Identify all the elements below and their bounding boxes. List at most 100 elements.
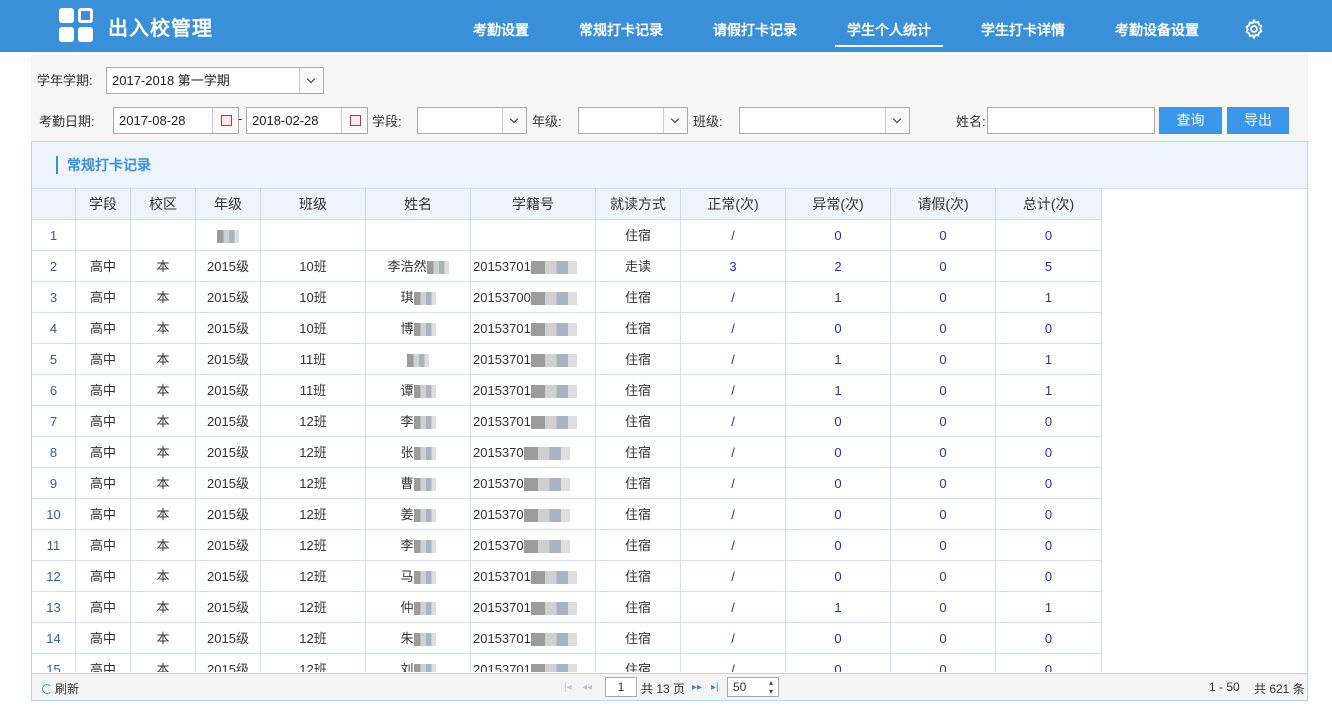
cell-mode: 住宿	[596, 406, 681, 437]
cell-normal: /	[681, 592, 786, 623]
cell-leave-text: 0	[939, 259, 947, 274]
col-student-id[interactable]: 学籍号	[471, 189, 596, 219]
cell-student-id-text: 20153701	[473, 414, 531, 429]
first-page-icon[interactable]: |◂	[564, 682, 572, 693]
table-row[interactable]: 4 高中 本 2015级 10班 博 20153701 住宿 / 0 0 0	[32, 313, 1102, 344]
cell-total: 0	[996, 623, 1102, 654]
table-row[interactable]: 10 高中 本 2015级 12班 姜 2015370 住宿 / 0 0 0	[32, 499, 1102, 530]
page-number-input[interactable]: 1	[605, 677, 637, 697]
cell-campus: 本	[131, 375, 196, 406]
nav-student-details[interactable]: 学生打卡详情	[981, 20, 1065, 40]
cell-normal: /	[681, 530, 786, 561]
nav-leave-records[interactable]: 请假打卡记录	[713, 20, 797, 40]
table-row[interactable]: 12 高中 本 2015级 12班 马 20153701 住宿 / 0 0 0	[32, 561, 1102, 592]
stage-select[interactable]	[417, 107, 527, 134]
last-page-icon[interactable]: ▸|	[711, 682, 719, 693]
col-normal[interactable]: 正常(次)	[681, 189, 786, 219]
table-row[interactable]: 2 高中 本 2015级 10班 李浩然 20153701 走读 3 2 0 5	[32, 251, 1102, 282]
cell-mode-text: 住宿	[624, 476, 651, 491]
redacted-mask	[523, 447, 570, 461]
cell-total: 1	[996, 344, 1102, 375]
table-row[interactable]: 5 高中 本 2015级 11班 20153701 住宿 / 1 0 1	[32, 344, 1102, 375]
app-header: 出入校管理 考勤设置 常规打卡记录 请假打卡记录 学生个人统计 学生打卡详情 考…	[0, 0, 1332, 52]
cell-grade-text: 2015级	[207, 662, 249, 672]
chevron-down-icon[interactable]	[502, 108, 526, 133]
row-index-text: 10	[46, 507, 61, 522]
table-row[interactable]: 11 高中 本 2015级 12班 李 2015370 住宿 / 0 0 0	[32, 530, 1102, 561]
cell-campus-text: 本	[156, 631, 170, 646]
query-button[interactable]: 查询	[1159, 107, 1222, 134]
col-stage[interactable]: 学段	[76, 189, 131, 219]
table-row[interactable]: 6 高中 本 2015级 11班 谭 20153701 住宿 / 1 0 1	[32, 375, 1102, 406]
col-mode[interactable]: 就读方式	[596, 189, 681, 219]
semester-select[interactable]: 2017-2018 第一学期	[106, 67, 324, 94]
page-size-select[interactable]: 50	[727, 677, 779, 697]
redacted-mask	[426, 261, 449, 275]
export-button[interactable]: 导出	[1227, 107, 1289, 134]
cell-grade: 2015级	[196, 592, 261, 623]
chevron-down-icon[interactable]	[885, 108, 909, 133]
cell-normal-text: /	[731, 600, 735, 615]
prev-page-icon[interactable]: ◂◂	[582, 682, 592, 693]
cell-leave: 0	[891, 251, 996, 282]
cell-leave-text: 0	[939, 414, 947, 429]
class-select[interactable]	[739, 107, 910, 134]
cell-leave: 0	[891, 282, 996, 313]
col-class[interactable]: 班级	[261, 189, 366, 219]
cell-stage-text: 高中	[89, 259, 116, 274]
cell-leave: 0	[891, 220, 996, 251]
col-total[interactable]: 总计(次)	[996, 189, 1102, 219]
table-row[interactable]: 14 高中 本 2015级 12班 朱 20153701 住宿 / 0 0 0	[32, 623, 1102, 654]
table-row[interactable]: 8 高中 本 2015级 12班 张 2015370 住宿 / 0 0 0	[32, 437, 1102, 468]
calendar-icon[interactable]	[341, 108, 367, 133]
name-input[interactable]	[987, 107, 1155, 134]
cell-total: 0	[996, 654, 1102, 672]
chevron-down-icon[interactable]	[663, 108, 687, 133]
col-abnormal[interactable]: 异常(次)	[786, 189, 891, 219]
gear-icon[interactable]	[1243, 18, 1265, 40]
col-campus[interactable]: 校区	[131, 189, 196, 219]
date-end-value: 2018-02-28	[252, 113, 319, 128]
range-text: 1 - 50	[1209, 680, 1240, 694]
nav-student-stats[interactable]: 学生个人统计	[835, 20, 943, 47]
row-index-text: 2	[49, 259, 58, 274]
cell-grade	[196, 220, 261, 251]
table-row[interactable]: 15 高中 本 2015级 12班 刘 20153701 住宿 / 0 0 0	[32, 654, 1102, 672]
next-page-icon[interactable]: ▸▸	[692, 682, 702, 693]
nav-device-settings[interactable]: 考勤设备设置	[1115, 20, 1199, 40]
redacted-mask	[530, 633, 577, 647]
table-row[interactable]: 3 高中 本 2015级 10班 琪 20153700 住宿 / 1 0 1	[32, 282, 1102, 313]
date-end-field[interactable]: 2018-02-28	[246, 107, 368, 134]
cell-abnormal: 0	[786, 561, 891, 592]
cell-student-id: 20153701	[471, 623, 596, 654]
redacted-mask	[530, 571, 577, 585]
row-index-text: 6	[49, 383, 58, 398]
date-start-field[interactable]: 2017-08-28	[113, 107, 239, 134]
col-name[interactable]: 姓名	[366, 189, 471, 219]
nav-regular-records[interactable]: 常规打卡记录	[579, 20, 663, 40]
cell-leave: 0	[891, 561, 996, 592]
row-index: 11	[32, 530, 76, 561]
cell-stage-text: 高中	[89, 538, 116, 553]
chevron-down-icon[interactable]	[299, 68, 323, 93]
table-row[interactable]: 13 高中 本 2015级 12班 仲 20153701 住宿 / 1 0 1	[32, 592, 1102, 623]
col-grade[interactable]: 年级	[196, 189, 261, 219]
table-row[interactable]: 1 住宿 / 0 0 0	[32, 220, 1102, 251]
cell-mode: 住宿	[596, 561, 681, 592]
cell-total: 0	[996, 468, 1102, 499]
cell-student-id: 20153701	[471, 251, 596, 282]
row-index: 2	[32, 251, 76, 282]
refresh-button[interactable]: 刷新	[42, 680, 79, 697]
filter-panel: 学年学期: 2017-2018 第一学期 考勤日期: 2017-08-28 - …	[31, 55, 1308, 141]
cell-student-id: 20153701	[471, 654, 596, 672]
table-row[interactable]: 7 高中 本 2015级 12班 李 20153701 住宿 / 0 0 0	[32, 406, 1102, 437]
calendar-icon[interactable]	[212, 108, 238, 133]
grade-select[interactable]	[578, 107, 688, 134]
table-row[interactable]: 9 高中 本 2015级 12班 曹 2015370 住宿 / 0 0 0	[32, 468, 1102, 499]
cell-leave-text: 0	[939, 290, 947, 305]
row-index-text: 12	[46, 569, 61, 584]
col-leave[interactable]: 请假(次)	[891, 189, 996, 219]
cell-class-text: 12班	[299, 445, 327, 460]
redacted-mask	[530, 261, 577, 275]
nav-attendance-settings[interactable]: 考勤设置	[473, 20, 529, 40]
